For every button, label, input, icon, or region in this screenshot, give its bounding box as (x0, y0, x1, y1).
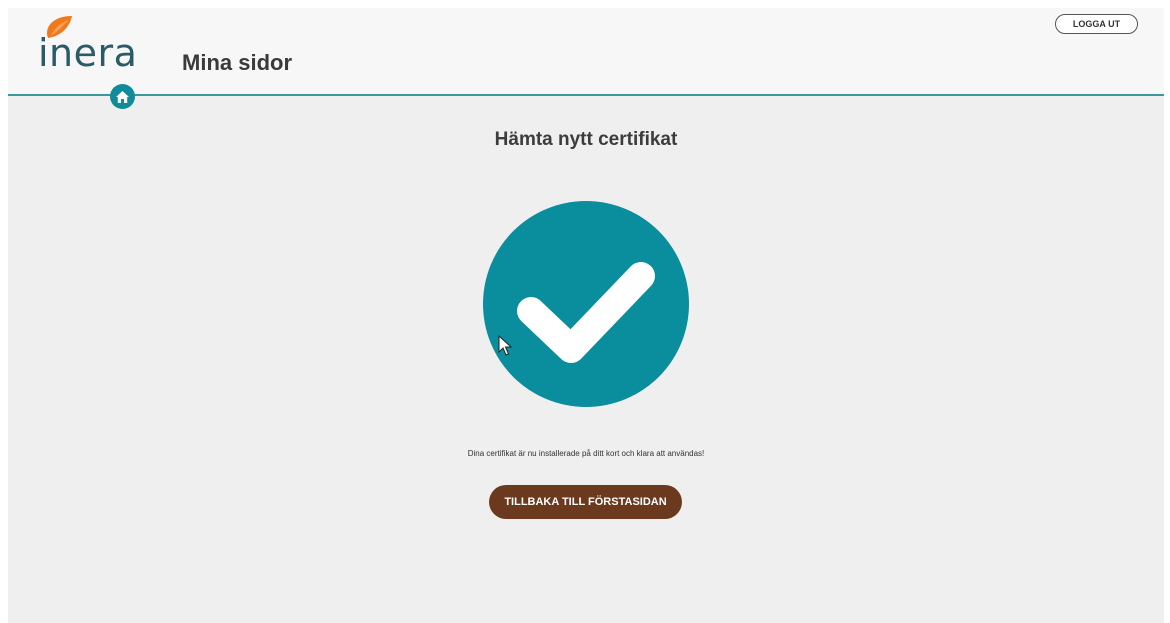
home-icon (116, 90, 129, 103)
site-title: Mina sidor (182, 50, 293, 75)
home-button[interactable] (110, 84, 135, 109)
header: inera Mina sidor LOGGA UT (8, 8, 1164, 96)
back-to-start-button[interactable]: TILLBAKA TILL FÖRSTASIDAN (489, 485, 682, 519)
page-title: Hämta nytt certifikat (494, 129, 678, 150)
page: inera Mina sidor LOGGA UT Hämta nytt cer… (0, 0, 1170, 623)
success-message: Dina certifikat är nu installerade på di… (467, 449, 705, 458)
main-content: Hämta nytt certifikat Dina certifikat är… (8, 96, 1164, 623)
checkmark-icon (517, 262, 655, 363)
logo-text: inera (38, 31, 138, 75)
mouse-cursor-icon (498, 335, 512, 356)
inera-logo[interactable]: inera (38, 14, 148, 84)
logout-button[interactable]: LOGGA UT (1055, 14, 1138, 34)
success-badge (483, 201, 689, 407)
